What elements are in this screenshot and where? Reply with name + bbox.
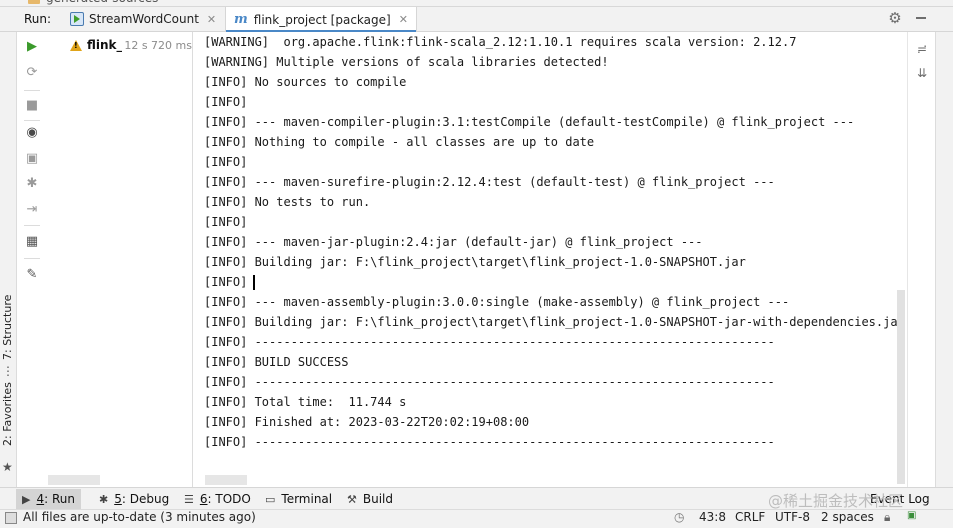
run-icon: ▶: [22, 492, 31, 506]
pin-icon[interactable]: ✎: [25, 268, 39, 282]
tool-window-label: : Debug: [121, 492, 170, 506]
console-line: [WARNING] Multiple versions of scala lib…: [204, 55, 609, 69]
console-line: [INFO] Total time: 11.744 s: [204, 395, 407, 409]
terminal-icon: ▭: [265, 492, 276, 506]
console-line: [INFO] No sources to compile: [204, 75, 407, 89]
tab-streamwordcount[interactable]: StreamWordCount ✕: [70, 7, 216, 31]
console-line: [INFO] ---------------------------------…: [204, 335, 775, 349]
eye-icon[interactable]: ◉: [25, 126, 39, 140]
status-panel-icon[interactable]: [5, 512, 17, 524]
console-line: [INFO] --- maven-jar-plugin:2.4:jar (def…: [204, 235, 703, 249]
tree-scrollbar[interactable]: [48, 475, 100, 485]
tool-window-terminal[interactable]: ▭ Terminal: [265, 491, 332, 507]
tab-label: StreamWordCount: [89, 12, 199, 26]
console-line: [INFO] --- maven-surefire-plugin:2.12.4:…: [204, 175, 775, 189]
minimize-icon[interactable]: [916, 17, 926, 19]
console-line: [INFO] Finished at: 2023-03-22T20:02:19+…: [204, 415, 530, 429]
indent-setting[interactable]: 2 spaces: [821, 510, 874, 524]
tool-window-label: Terminal: [281, 492, 333, 506]
console-line: [INFO] No tests to run.: [204, 195, 371, 209]
camera-icon[interactable]: ▣: [25, 152, 39, 166]
run-config-icon: [70, 12, 84, 26]
divider: [24, 258, 40, 259]
tab-label: flink_project [package]: [253, 12, 391, 27]
console-line: [INFO] ---------------------------------…: [204, 375, 775, 389]
divider: [24, 225, 40, 226]
bug-icon: ✱: [99, 492, 109, 506]
close-icon[interactable]: ✕: [399, 13, 408, 26]
clock-icon: ◷: [674, 510, 685, 524]
tree-row-name: flink_p: [87, 38, 123, 52]
hammer-icon: ⚒: [347, 492, 357, 506]
console-line: [INFO] ---------------------------------…: [204, 435, 775, 449]
console-output[interactable]: [WARNING] org.apache.flink:flink-scala_2…: [193, 32, 907, 487]
lock-icon[interactable]: 🔒︎: [884, 510, 890, 525]
list-icon: ☰: [184, 492, 194, 506]
console-line: [INFO] BUILD SUCCESS: [204, 355, 349, 369]
tool-window-label: : TODO: [207, 492, 251, 506]
console-line: [WARNING] org.apache.flink:flink-scala_2…: [204, 35, 797, 49]
structure-icon: ⋮: [2, 364, 14, 378]
line-separator[interactable]: CRLF: [735, 510, 765, 524]
console-line: [INFO] Building jar: F:\flink_project\ta…: [204, 255, 746, 269]
tool-window-run[interactable]: ▶ 4: Run: [16, 489, 81, 509]
console-line: [INFO] --- maven-compiler-plugin:3.1:tes…: [204, 115, 855, 129]
console-line: [INFO]: [204, 215, 248, 229]
warning-icon: [70, 39, 82, 51]
rerun-icon[interactable]: ▶: [25, 40, 39, 54]
import-icon[interactable]: ⇥: [25, 203, 39, 217]
tool-window-label: Build: [362, 492, 393, 506]
soft-wrap-icon[interactable]: ≓: [914, 41, 930, 57]
tree-row-flink-project[interactable]: flink_p 12 s 720 ms: [70, 38, 192, 52]
tool-window-debug[interactable]: ✱ 5: Debug: [99, 491, 169, 507]
git-icon[interactable]: ▣: [907, 510, 916, 521]
console-line: [INFO] --- maven-assembly-plugin:3.0.0:s…: [204, 295, 790, 309]
tab-flink-project-package[interactable]: m flink_project [package] ✕: [225, 7, 417, 33]
tool-window-todo[interactable]: ☰ 6: TODO: [184, 491, 251, 507]
tool-window-build[interactable]: ⚒ Build: [347, 491, 393, 507]
favorites-tool-window[interactable]: 2: Favorites: [1, 382, 14, 446]
tool-window-key: 5: [114, 492, 122, 506]
tool-window-key: 6: [199, 492, 208, 506]
star-icon: ★: [2, 460, 13, 474]
run-toolbar: ▶ ⟳ ■ ◉ ▣ ✱ ⇥ ▦ ✎: [16, 32, 48, 487]
console-line: [INFO]: [204, 275, 248, 289]
left-tool-strip: 7: Structure ⋮ 2: Favorites ★: [0, 32, 17, 487]
tool-window-label: : Run: [44, 492, 75, 506]
gear-icon[interactable]: ⚙: [887, 10, 903, 26]
watermark: @稀土掘金技术社区: [768, 492, 904, 510]
run-label: Run:: [24, 12, 52, 26]
tool-window-key: 4: [36, 492, 45, 506]
close-icon[interactable]: ✕: [207, 13, 216, 26]
layout-icon[interactable]: ▦: [25, 235, 39, 249]
tree-row-time: 12 s 720 ms: [124, 38, 192, 52]
status-message[interactable]: All files are up-to-date (3 minutes ago): [23, 510, 256, 524]
settings-icon[interactable]: ✱: [25, 177, 39, 191]
folder-icon: [28, 0, 40, 4]
scroll-to-end-icon[interactable]: ⇊: [914, 65, 930, 81]
console-line: [INFO] Nothing to compile - all classes …: [204, 135, 595, 149]
console-vertical-scrollbar[interactable]: [897, 290, 905, 484]
console-line: [INFO] Building jar: F:\flink_project\ta…: [204, 315, 905, 329]
run-tree-panel: flink_p 12 s 720 ms: [48, 32, 193, 487]
right-tool-strip: [935, 32, 953, 487]
file-encoding[interactable]: UTF-8: [775, 510, 810, 524]
divider: [24, 90, 40, 91]
console-line: [INFO]: [204, 155, 248, 169]
console-line: [INFO]: [204, 95, 248, 109]
debug-rerun-icon[interactable]: ⟳: [25, 66, 39, 80]
caret-position[interactable]: 43:8: [699, 510, 726, 524]
text-caret: [253, 275, 255, 290]
divider: [24, 120, 40, 121]
console-horizontal-scrollbar[interactable]: [205, 475, 247, 485]
maven-icon: m: [234, 12, 248, 27]
console-toolbar: ≓ ⇊: [907, 32, 936, 487]
structure-tool-window[interactable]: 7: Structure: [1, 295, 14, 360]
top-strip: generated-sources: [0, 0, 953, 7]
stop-icon[interactable]: ■: [25, 99, 39, 113]
tree-cut-label: generated-sources: [46, 0, 158, 5]
